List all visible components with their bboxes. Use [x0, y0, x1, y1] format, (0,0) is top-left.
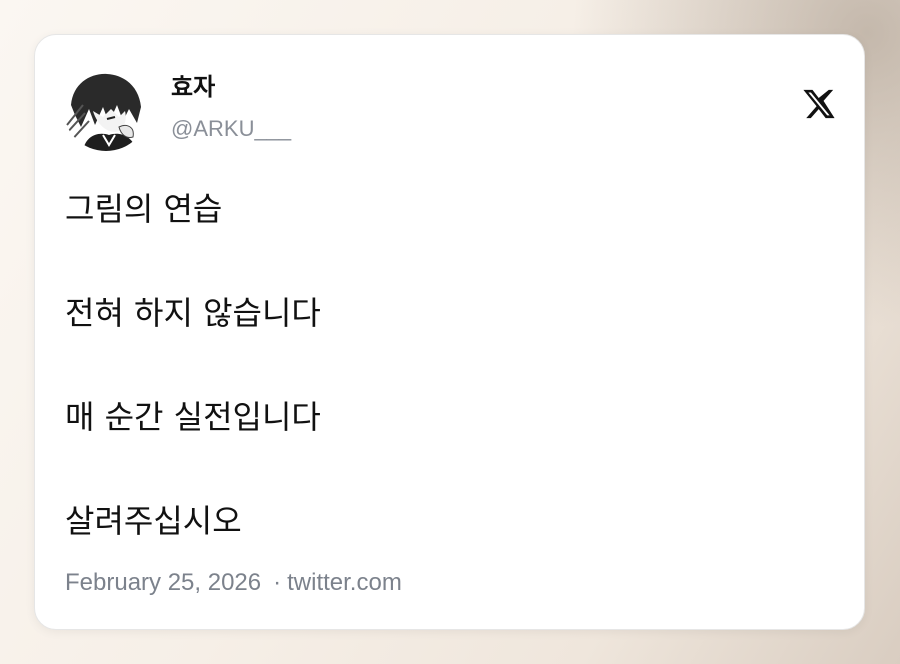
tweet-date[interactable]: February 25, 2026	[65, 569, 261, 596]
tweet-card[interactable]: 효자 @ARKU___ 그림의 연습 전혀 하지 않습니다 매 순간 실전입니다…	[34, 34, 865, 630]
avatar[interactable]	[63, 65, 149, 151]
manga-character-avatar-image	[63, 65, 149, 151]
tweet-text-line: 살려주십시오	[65, 502, 242, 540]
author-name[interactable]: 효자	[171, 75, 215, 99]
tweet-text-line: 전혀 하지 않습니다	[65, 294, 321, 332]
tweet-text-line: 그림의 연습	[65, 190, 223, 228]
tweet-text-line: 매 순간 실전입니다	[65, 398, 321, 436]
source-link[interactable]: twitter.com	[287, 569, 402, 596]
tweet-footer: February 25, 2026 · twitter.com	[65, 571, 402, 595]
separator-dot: ·	[273, 569, 282, 596]
author-handle[interactable]: @ARKU___	[171, 118, 291, 140]
x-logo-icon[interactable]	[802, 87, 836, 121]
